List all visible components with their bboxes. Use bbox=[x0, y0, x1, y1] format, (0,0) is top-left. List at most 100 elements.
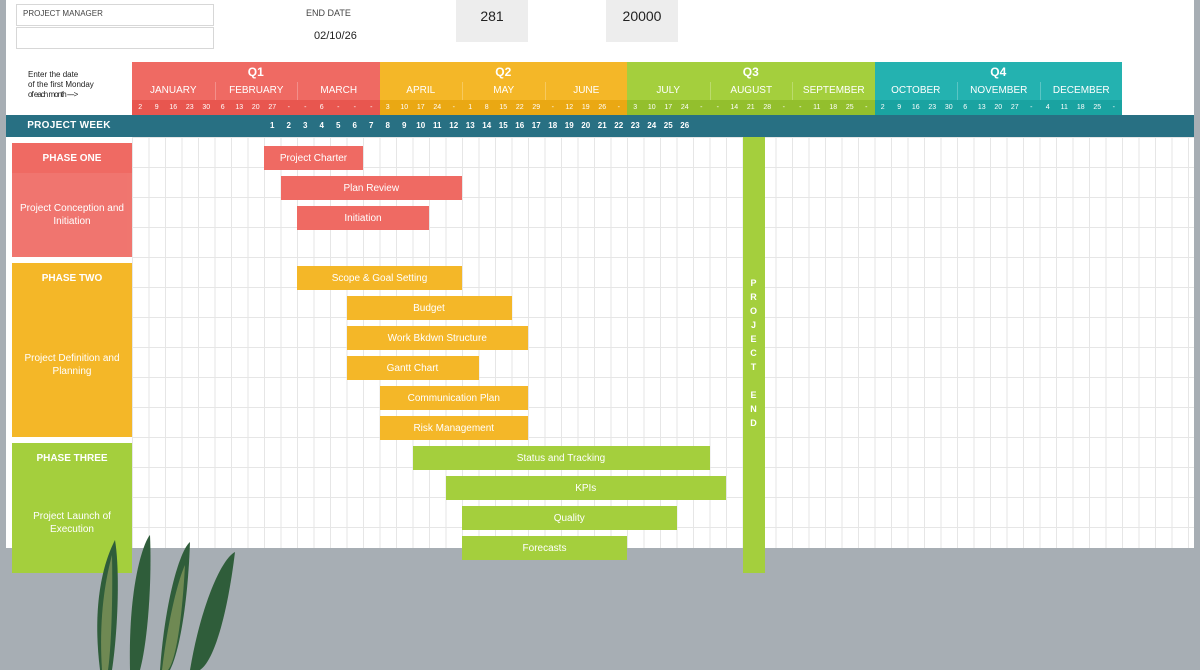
date-cell[interactable]: 22 bbox=[512, 100, 529, 115]
date-cell[interactable]: - bbox=[446, 100, 463, 115]
date-cell[interactable]: - bbox=[693, 100, 710, 115]
date-cell[interactable]: 26 bbox=[594, 100, 611, 115]
date-cell[interactable]: - bbox=[1023, 100, 1040, 115]
date-cell[interactable]: 20 bbox=[248, 100, 265, 115]
date-cell[interactable]: - bbox=[347, 100, 364, 115]
date-cell[interactable]: 2 bbox=[875, 100, 892, 115]
date-cell[interactable]: 3 bbox=[627, 100, 644, 115]
date-cell[interactable]: 11 bbox=[809, 100, 826, 115]
week-col bbox=[1040, 115, 1057, 137]
date-cell[interactable]: 16 bbox=[908, 100, 925, 115]
date-cell[interactable]: - bbox=[281, 100, 298, 115]
task-bar[interactable]: Budget bbox=[347, 296, 512, 320]
date-cell[interactable]: 27 bbox=[264, 100, 281, 115]
quarter-q3: Q3 bbox=[627, 62, 875, 82]
date-cell[interactable]: - bbox=[776, 100, 793, 115]
date-cell[interactable]: 28 bbox=[759, 100, 776, 115]
date-cell[interactable]: 2 bbox=[132, 100, 149, 115]
week-col bbox=[974, 115, 991, 137]
date-cell[interactable]: - bbox=[1106, 100, 1123, 115]
date-cell[interactable]: 17 bbox=[413, 100, 430, 115]
date-cell[interactable]: 17 bbox=[660, 100, 677, 115]
date-cell[interactable]: - bbox=[545, 100, 562, 115]
date-cell[interactable]: 14 bbox=[726, 100, 743, 115]
date-cell[interactable]: 9 bbox=[149, 100, 166, 115]
week-col bbox=[1056, 115, 1073, 137]
task-bar[interactable]: Communication Plan bbox=[380, 386, 529, 410]
date-cell[interactable]: 11 bbox=[1056, 100, 1073, 115]
week-col bbox=[149, 115, 166, 137]
date-cell[interactable]: 25 bbox=[1089, 100, 1106, 115]
task-bar[interactable]: KPIs bbox=[446, 476, 727, 500]
date-cell[interactable]: 10 bbox=[644, 100, 661, 115]
week-col bbox=[875, 115, 892, 137]
date-cell[interactable]: 23 bbox=[924, 100, 941, 115]
date-cell[interactable]: 13 bbox=[231, 100, 248, 115]
date-cell[interactable]: 24 bbox=[429, 100, 446, 115]
month-row: JANUARYFEBRUARYMARCHAPRILMAYJUNEJULYAUGU… bbox=[132, 82, 1194, 100]
week-col: 25 bbox=[660, 115, 677, 137]
week-col bbox=[165, 115, 182, 137]
date-cell[interactable]: 6 bbox=[957, 100, 974, 115]
task-bar[interactable]: Work Bkdwn Structure bbox=[347, 326, 529, 350]
date-cell[interactable]: - bbox=[611, 100, 628, 115]
end-date-value: 02/10/26 bbox=[314, 30, 357, 42]
date-cell[interactable]: 18 bbox=[825, 100, 842, 115]
date-cell[interactable]: 23 bbox=[182, 100, 199, 115]
phase-block: PHASE ONEProject Conception and Initiati… bbox=[12, 143, 132, 257]
week-col bbox=[248, 115, 265, 137]
date-cell[interactable]: 30 bbox=[198, 100, 215, 115]
week-col: 3 bbox=[297, 115, 314, 137]
instr-line: of the first Monday bbox=[28, 80, 126, 90]
date-cell[interactable]: 27 bbox=[1007, 100, 1024, 115]
date-cell[interactable]: 18 bbox=[1073, 100, 1090, 115]
project-manager-input[interactable] bbox=[16, 27, 214, 49]
date-cell[interactable]: 29 bbox=[528, 100, 545, 115]
date-cell[interactable]: - bbox=[710, 100, 727, 115]
task-bar[interactable]: Project Charter bbox=[264, 146, 363, 170]
date-cell[interactable]: 6 bbox=[314, 100, 331, 115]
task-bar[interactable]: Plan Review bbox=[281, 176, 463, 200]
date-cell[interactable]: - bbox=[792, 100, 809, 115]
date-cell[interactable]: 13 bbox=[974, 100, 991, 115]
date-cell[interactable]: - bbox=[858, 100, 875, 115]
month-june: JUNE bbox=[545, 82, 628, 100]
date-cell[interactable]: 8 bbox=[479, 100, 496, 115]
date-cell[interactable]: 19 bbox=[578, 100, 595, 115]
task-bar[interactable]: Forecasts bbox=[462, 536, 627, 560]
date-cell[interactable]: 6 bbox=[215, 100, 232, 115]
task-bar[interactable]: Status and Tracking bbox=[413, 446, 710, 470]
date-cell[interactable]: 10 bbox=[396, 100, 413, 115]
date-cell[interactable]: - bbox=[297, 100, 314, 115]
date-cell[interactable]: 21 bbox=[743, 100, 760, 115]
week-col: 8 bbox=[380, 115, 397, 137]
date-cell[interactable]: 24 bbox=[677, 100, 694, 115]
project-end-marker: PROJECT END bbox=[743, 137, 765, 573]
task-bar[interactable]: Gantt Chart bbox=[347, 356, 479, 380]
task-bar[interactable]: Scope & Goal Setting bbox=[297, 266, 462, 290]
date-cell[interactable]: 20 bbox=[990, 100, 1007, 115]
date-cell[interactable]: 16 bbox=[165, 100, 182, 115]
date-cell[interactable]: - bbox=[363, 100, 380, 115]
instr-line: of each month ----> bbox=[28, 90, 126, 100]
month-october: OCTOBER bbox=[875, 82, 958, 100]
date-cell[interactable]: 30 bbox=[941, 100, 958, 115]
task-bar[interactable]: Risk Management bbox=[380, 416, 529, 440]
week-col bbox=[215, 115, 232, 137]
date-cell[interactable]: 15 bbox=[495, 100, 512, 115]
task-bar[interactable]: Initiation bbox=[297, 206, 429, 230]
week-col: 7 bbox=[363, 115, 380, 137]
date-cell[interactable]: 1 bbox=[462, 100, 479, 115]
date-cell[interactable]: - bbox=[330, 100, 347, 115]
week-col bbox=[198, 115, 215, 137]
week-col bbox=[809, 115, 826, 137]
date-cell[interactable]: 12 bbox=[561, 100, 578, 115]
week-col bbox=[858, 115, 875, 137]
week-label: PROJECT WEEK bbox=[6, 115, 132, 137]
date-cell[interactable]: 3 bbox=[380, 100, 397, 115]
metric-duration: 281 bbox=[456, 0, 528, 42]
date-cell[interactable]: 25 bbox=[842, 100, 859, 115]
date-cell[interactable]: 4 bbox=[1040, 100, 1057, 115]
date-cell[interactable]: 9 bbox=[891, 100, 908, 115]
task-bar[interactable]: Quality bbox=[462, 506, 677, 530]
